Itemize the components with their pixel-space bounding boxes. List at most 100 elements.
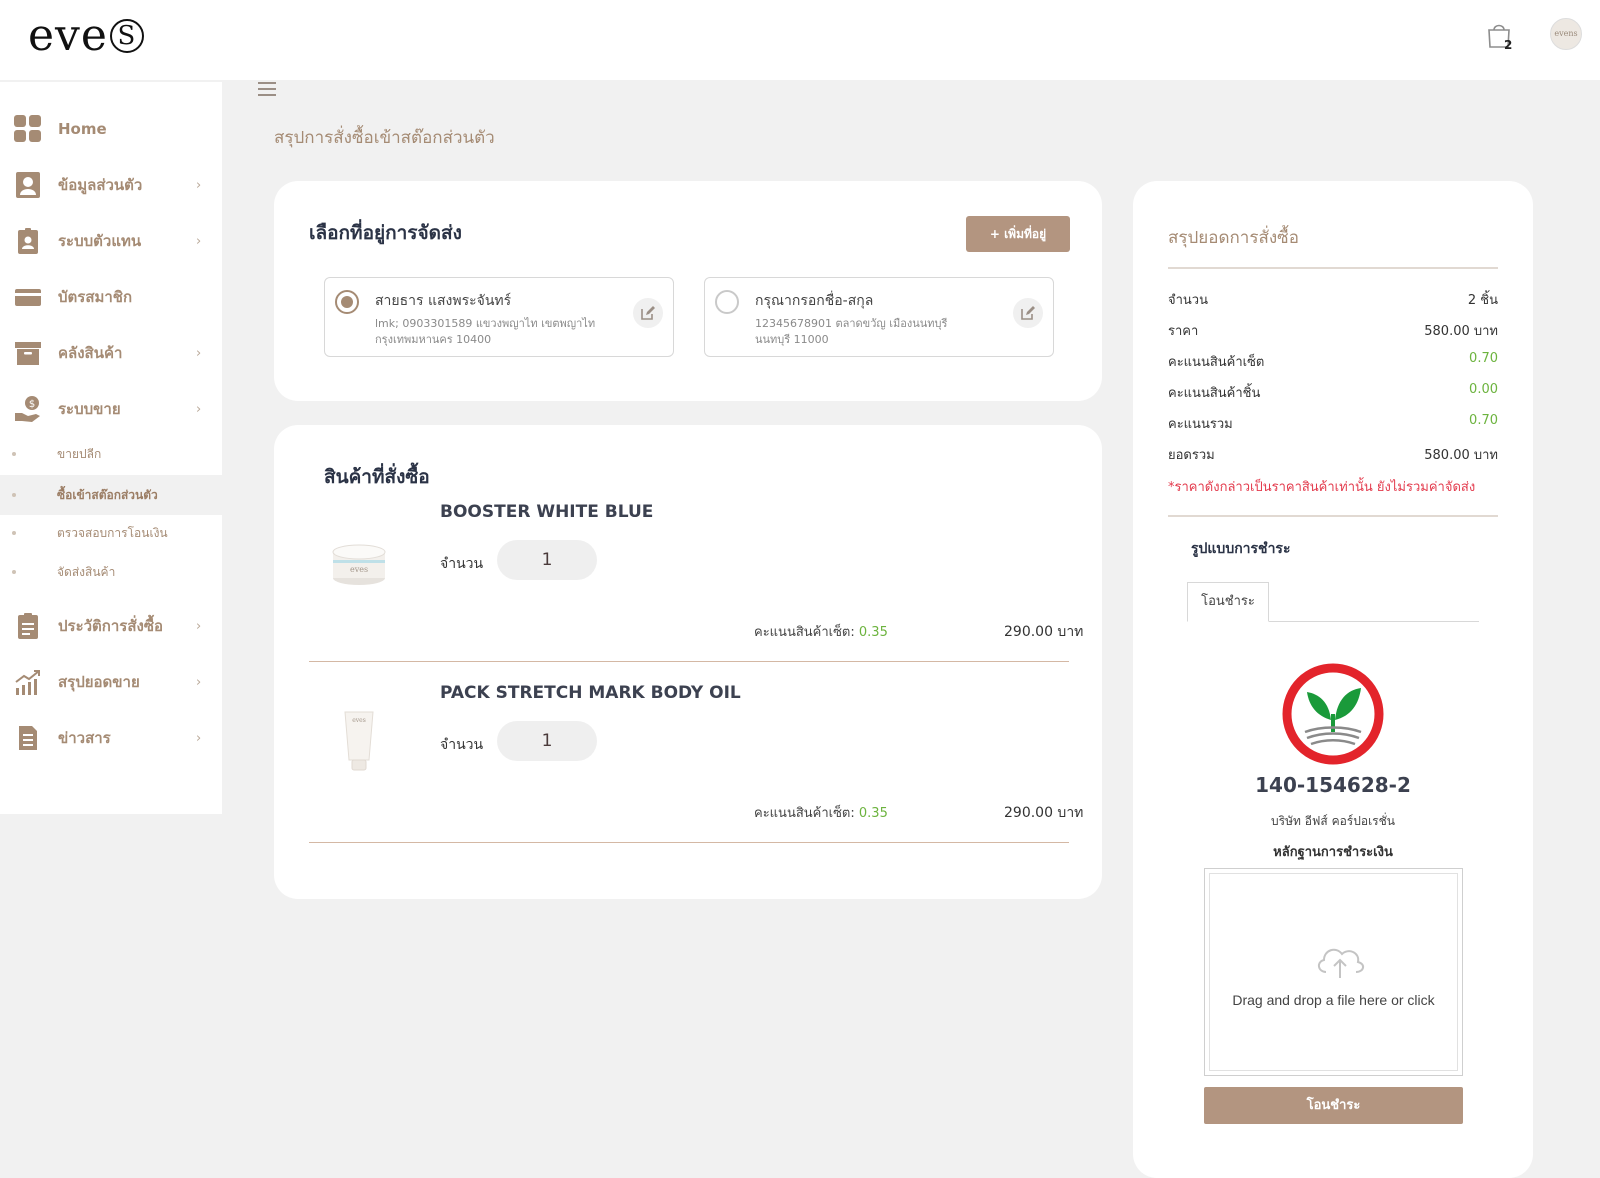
summary-value: 580.00 บาท: [1424, 448, 1498, 463]
sidebar-item-inventory[interactable]: คลังสินค้า ›: [0, 333, 222, 373]
sidebar-item-label: ประวัติการสั่งซื้อ: [58, 617, 164, 635]
cart-count-badge: 2: [1504, 38, 1513, 52]
set-points: คะแนนสินค้าเซ็ต: 0.35: [754, 802, 888, 823]
brand-logo[interactable]: eve S: [28, 10, 144, 61]
bullet-dot: [12, 531, 16, 535]
chevron-right-icon: ›: [196, 401, 202, 417]
address-radio[interactable]: [715, 290, 739, 314]
page-title: สรุปการสั่งซื้อเข้าสต๊อกส่วนตัว: [274, 128, 495, 148]
sidebar-item-label: ระบบขาย: [58, 400, 121, 418]
sidebar-item-home[interactable]: Home: [0, 109, 222, 149]
summary-value: 0.70: [1469, 351, 1498, 366]
address-option[interactable]: กรุณากรอกชื่อ-สกุล 12345678901 ตลาดขวัญ …: [704, 277, 1054, 357]
sidebar: Home ข้อมูลส่วนตัว › ระบบตัวแทน › บัตรสม…: [0, 82, 222, 814]
drop-zone-text: Drag and drop a file here or click: [1232, 992, 1435, 1008]
grid-icon: [14, 115, 41, 142]
top-bar: eve S 2 evens: [0, 0, 1600, 80]
summary-label: คะแนนรวม: [1168, 417, 1233, 432]
sidebar-item-order-history[interactable]: ประวัติการสั่งซื้อ ›: [0, 606, 222, 646]
set-points: คะแนนสินค้าเซ็ต: 0.35: [754, 621, 888, 642]
address-radio-selected[interactable]: [335, 290, 359, 314]
chevron-right-icon: ›: [196, 233, 202, 249]
add-address-button[interactable]: + เพิ่มที่อยู่: [966, 216, 1070, 252]
product-image: eves: [330, 532, 388, 594]
ordered-items-card: สินค้าที่สั่งซื้อ eves BOOSTER WHITE BLU…: [274, 425, 1102, 899]
file-drop-zone[interactable]: Drag and drop a file here or click: [1204, 868, 1463, 1076]
quantity-label: จำนวน: [440, 556, 484, 572]
summary-value: 580.00 บาท: [1424, 324, 1498, 339]
divider: [1168, 515, 1498, 517]
item-price: 290.00 บาท: [1004, 624, 1084, 640]
chart-growth-icon: [15, 670, 40, 695]
archive-box-icon: [15, 342, 41, 365]
summary-label: คะแนนสินค้าชิ้น: [1168, 386, 1261, 401]
product-name: BOOSTER WHITE BLUE: [440, 502, 654, 522]
chevron-right-icon: ›: [196, 177, 202, 193]
item-price: 290.00 บาท: [1004, 805, 1084, 821]
user-card-icon: [16, 172, 40, 198]
address-line: นนทบุรี 11000: [755, 333, 829, 346]
quantity-field[interactable]: 1: [497, 721, 597, 761]
sidebar-item-member-card[interactable]: บัตรสมาชิก: [0, 277, 222, 317]
sidebar-subitem-verify-transfer[interactable]: ตรวจสอบการโอนเงิน: [0, 515, 222, 551]
avatar[interactable]: evens: [1550, 18, 1582, 50]
product-label-text: eves: [352, 717, 366, 724]
sidebar-subitem-label: จัดส่งสินค้า: [57, 564, 116, 579]
tab-bank-transfer[interactable]: โอนชำระ: [1187, 582, 1269, 622]
sidebar-subitem-label: ซื้อเข้าสต๊อกส่วนตัว: [57, 487, 158, 502]
product-image: eves: [330, 710, 388, 772]
shipping-address-card: เลือกที่อยู่การจัดส่ง + เพิ่มที่อยู่ สาย…: [274, 181, 1102, 401]
quantity-field[interactable]: 1: [497, 540, 597, 580]
edit-address-button[interactable]: [633, 298, 663, 328]
sidebar-item-label: บัตรสมาชิก: [58, 288, 133, 306]
payment-method-title: รูปแบบการชำระ: [1191, 541, 1291, 557]
sidebar-item-label: ข่าวสาร: [58, 729, 111, 747]
address-section-title: เลือกที่อยู่การจัดส่ง: [309, 222, 462, 244]
sidebar-subitem-retail[interactable]: ขายปลีก: [0, 436, 222, 472]
sidebar-item-profile[interactable]: ข้อมูลส่วนตัว ›: [0, 165, 222, 205]
sidebar-item-news[interactable]: ข่าวสาร ›: [0, 718, 222, 758]
divider: [1168, 267, 1498, 269]
sidebar-item-sales-summary[interactable]: สรุปยอดขาย ›: [0, 662, 222, 702]
bullet-dot: [12, 452, 16, 456]
submit-transfer-button[interactable]: โอนชำระ: [1204, 1087, 1463, 1124]
chevron-right-icon: ›: [196, 618, 202, 634]
hamburger-menu-icon[interactable]: [258, 82, 276, 96]
cream-jar-image: eves: [332, 544, 386, 585]
summary-label: จำนวน: [1168, 293, 1208, 308]
divider: [309, 661, 1069, 662]
hand-coin-icon: $: [15, 396, 40, 422]
document-list-icon: [19, 726, 37, 750]
sidebar-subitem-personal-stock[interactable]: ซื้อเข้าสต๊อกส่วนตัว: [0, 475, 222, 515]
sidebar-item-label: คลังสินค้า: [58, 344, 123, 362]
summary-row-grand-total: ยอดรวม 580.00 บาท: [1168, 444, 1498, 464]
summary-title: สรุปยอดการสั่งซื้อ: [1168, 228, 1299, 248]
summary-value: 0.00: [1469, 382, 1498, 397]
quantity-label: จำนวน: [440, 737, 484, 753]
sidebar-subitem-shipping[interactable]: จัดส่งสินค้า: [0, 554, 222, 590]
tube-image: eves: [344, 711, 374, 771]
chevron-right-icon: ›: [196, 345, 202, 361]
cloud-upload-icon: [1318, 948, 1364, 978]
summary-row-piece-points: คะแนนสินค้าชิ้น 0.00: [1168, 382, 1498, 402]
shipping-note: *ราคาดังกล่าวเป็นราคาสินค้าเท่านั้น ยังไ…: [1168, 480, 1476, 495]
account-number: 140-154628-2: [1255, 773, 1411, 797]
sidebar-item-agent[interactable]: ระบบตัวแทน ›: [0, 221, 222, 261]
payment-proof-label: หลักฐานการชำระเงิน: [1273, 845, 1393, 860]
bullet-dot: [12, 570, 16, 574]
summary-row-quantity: จำนวน 2 ชิ้น: [1168, 289, 1498, 309]
chevron-right-icon: ›: [196, 674, 202, 690]
summary-row-set-points: คะแนนสินค้าเซ็ต 0.70: [1168, 351, 1498, 371]
summary-label: ยอดรวม: [1168, 448, 1215, 463]
logo-mark: S: [109, 19, 144, 53]
items-section-title: สินค้าที่สั่งซื้อ: [324, 466, 430, 488]
summary-label: ราคา: [1168, 324, 1199, 339]
sidebar-item-label: ระบบตัวแทน: [58, 232, 142, 250]
sidebar-item-sales-system[interactable]: $ ระบบขาย ›: [0, 389, 222, 429]
address-option[interactable]: สายธาร แสงพระจันทร์ lmk; 0903301589 แขวง…: [324, 277, 674, 357]
points-label: คะแนนสินค้าเซ็ต:: [754, 625, 855, 640]
address-name: กรุณากรอกชื่อ-สกุล: [755, 293, 874, 309]
product-name: PACK STRETCH MARK BODY OIL: [440, 683, 741, 703]
edit-address-button[interactable]: [1013, 298, 1043, 328]
summary-label: คะแนนสินค้าเซ็ต: [1168, 355, 1265, 370]
